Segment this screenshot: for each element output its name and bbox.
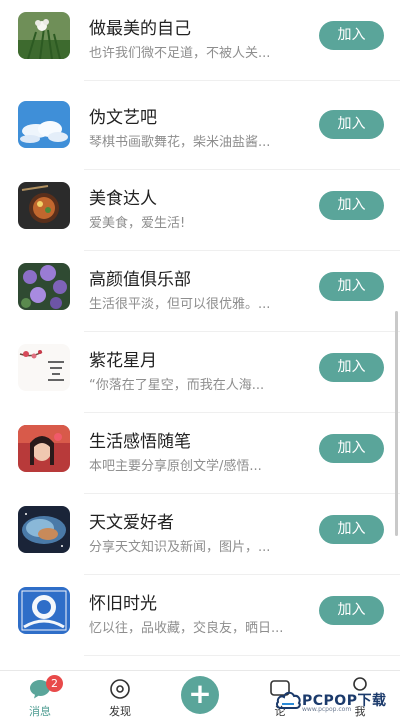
list-item[interactable]: 生活感悟随笔 本吧主要分享原创文学/感悟... 加入 [0,413,400,494]
join-button[interactable]: 加入 [319,272,384,301]
food-bowl-icon [18,182,70,229]
tab-label: 消息 [29,705,51,718]
group-description: 生活很平淡，但可以很优雅。... [89,297,271,312]
divider [84,80,400,81]
join-button[interactable]: 加入 [319,434,384,463]
group-description: 爱美食，爱生活! [89,216,186,231]
group-description: “你落在了星空，而我在人海... [89,378,265,393]
unread-badge: 2 [46,675,63,692]
screen: 做最美的自己 也许我们微不足道，不被人关... 加入 伪文艺吧 琴棋书画歌舞花，… [0,0,400,720]
blue-illustration-icon [18,587,70,634]
tab-discover[interactable]: 发现 [90,671,150,720]
tab-label: 发现 [109,705,131,718]
list-item[interactable]: 美食达人 爱美食，爱生活! 加入 [0,170,400,251]
list-item[interactable]: 伪文艺吧 琴棋书画歌舞花，柴米油盐酱... 加入 [0,89,400,170]
group-description: 分享天文知识及新闻，图片，... [89,540,271,555]
group-description: 忆以往，品收藏，交良友，晒日... [89,621,284,636]
join-button[interactable]: 加入 [319,353,384,382]
nebula-icon [18,506,70,553]
tab-messages[interactable]: 2 消息 [10,671,70,720]
list-item[interactable]: 做最美的自己 也许我们微不足道，不被人关... 加入 [0,0,400,81]
group-description: 本吧主要分享原创文学/感悟... [89,459,262,474]
group-title: 天文爱好者 [89,513,174,533]
divider [84,655,400,656]
group-title: 伪文艺吧 [89,108,157,128]
plum-blossom-calligraphy-icon [18,344,70,391]
group-title: 高颜值俱乐部 [89,270,191,290]
join-button[interactable]: 加入 [319,515,384,544]
woman-red-portrait-icon [18,425,70,472]
compass-icon [110,679,130,699]
join-button[interactable]: 加入 [319,21,384,50]
scrollbar[interactable] [395,311,398,536]
group-title: 生活感悟随笔 [89,432,191,452]
pcpop-watermark: PCPOP下载 www.pcpop.com [272,682,400,720]
watermark-subtext: www.pcpop.com [302,706,352,713]
list-item[interactable]: 天文爱好者 分享天文知识及新闻，图片，... 加入 [0,494,400,575]
group-description: 也许我们微不足道，不被人关... [89,46,271,61]
white-flower-icon [18,12,70,59]
group-title: 紫花星月 [89,351,157,371]
cloud-logo-icon [276,691,301,709]
join-button[interactable]: 加入 [319,596,384,625]
group-title: 做最美的自己 [89,19,191,39]
list-item[interactable]: 高颜值俱乐部 生活很平淡，但可以很优雅。... 加入 [0,251,400,332]
join-button[interactable]: 加入 [319,191,384,220]
create-post-button[interactable]: + [181,676,219,714]
group-list[interactable]: 做最美的自己 也许我们微不足道，不被人关... 加入 伪文艺吧 琴棋书画歌舞花，… [0,0,400,670]
group-title: 怀旧时光 [89,594,157,614]
list-item[interactable]: 紫花星月 “你落在了星空，而我在人海... 加入 [0,332,400,413]
group-description: 琴棋书画歌舞花，柴米油盐酱... [89,135,271,150]
list-item[interactable]: 怀旧时光 忆以往，品收藏，交良友，晒日... 加入 [0,575,400,656]
sky-clouds-icon [18,101,70,148]
purple-flowers-icon [18,263,70,310]
group-title: 美食达人 [89,189,157,209]
join-button[interactable]: 加入 [319,110,384,139]
